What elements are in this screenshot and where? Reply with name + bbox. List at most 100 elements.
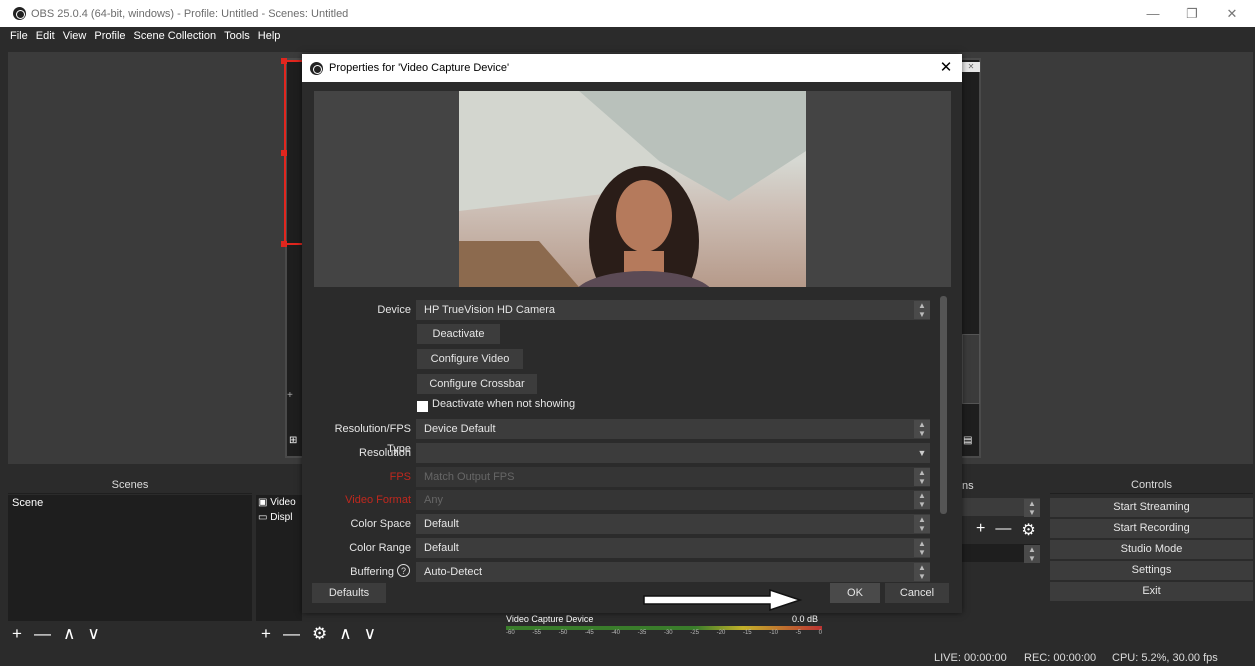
buffering-select[interactable]: Auto-Detect ▲ ▼ (416, 562, 930, 582)
add-scene-button[interactable]: + (12, 624, 22, 644)
cpu-status: CPU: 5.2%, 30.00 fps (1112, 652, 1218, 664)
resize-handle-tl[interactable] (281, 58, 287, 64)
start-streaming-button[interactable]: Start Streaming (1050, 498, 1253, 517)
menu-profile[interactable]: Profile (94, 30, 125, 42)
controls-dock-title: Controls (1050, 476, 1253, 494)
color-space-label: Color Space (350, 518, 411, 530)
scrollbar-thumb[interactable] (940, 296, 947, 514)
video-format-value: Any (424, 494, 443, 506)
buffering-label: Buffering (350, 566, 394, 578)
meter-tick-label: -45 (584, 630, 594, 636)
menu-scene-collection[interactable]: Scene Collection (134, 30, 217, 42)
scene-item[interactable]: Scene (8, 495, 252, 511)
device-value: HP TrueVision HD Camera (424, 304, 556, 316)
scenes-toolbar: + — ∧ ∨ (12, 623, 100, 645)
dialog-titlebar: Properties for 'Video Capture Device' ✕ (302, 54, 962, 82)
source-item-video[interactable]: ▣ Video (256, 495, 302, 510)
move-source-up-button[interactable]: ∧ (339, 624, 351, 644)
add-transition-button[interactable]: + (976, 520, 985, 540)
preview-close-icon: ✕ (962, 62, 980, 72)
spinner-icon: ▲ ▼ (1024, 545, 1040, 563)
video-format-select[interactable]: Any ▲ ▼ (416, 490, 930, 510)
minimize-button[interactable]: — (1133, 0, 1173, 27)
res-fps-value: Device Default (424, 423, 496, 435)
meter-tick-label: -25 (690, 630, 699, 636)
configure-video-button[interactable]: Configure Video (417, 349, 523, 369)
meter-scale: -60 -55 -50 -45 -40 -35 -30 -25 -20 -15 -10 -5 0 (506, 630, 822, 640)
spinner-icon: ▲ ▼ (914, 539, 930, 557)
res-fps-select[interactable]: Device Default ▲ ▼ (416, 419, 930, 439)
transitions-dock: ns ▲ ▼ + — ⚙ ▲ ▼ (962, 476, 1046, 576)
properties-dialog: Properties for 'Video Capture Device' ✕ … (302, 54, 962, 613)
menu-tools[interactable]: Tools (224, 30, 250, 42)
cancel-button[interactable]: Cancel (885, 583, 949, 603)
scenes-list[interactable]: Scene (8, 495, 252, 621)
transition-select[interactable]: ▲ ▼ (962, 498, 1040, 517)
resize-handle-ml[interactable] (281, 150, 287, 156)
properties-scrollbar[interactable] (938, 293, 949, 570)
menu-help[interactable]: Help (258, 30, 281, 42)
resolution-combo[interactable]: ▼ (416, 443, 930, 463)
studio-mode-button[interactable]: Studio Mode (1050, 540, 1253, 559)
deactivate-checkbox-label: Deactivate when not showing (432, 398, 576, 410)
duration-field[interactable]: ▲ ▼ (962, 544, 1040, 563)
spinner-icon: ▲ ▼ (914, 515, 930, 533)
transitions-dock-title: ns (962, 480, 974, 492)
help-icon[interactable]: ? (397, 564, 410, 577)
sources-dock: ▣ Video ▭ Displ (256, 476, 302, 646)
remove-transition-button[interactable]: — (995, 520, 1011, 540)
windows-icon: ⊞ (289, 435, 298, 446)
sources-list[interactable]: ▣ Video ▭ Displ (256, 495, 302, 621)
fps-select[interactable]: Match Output FPS ▲ ▼ (416, 467, 930, 487)
start-recording-button[interactable]: Start Recording (1050, 519, 1253, 538)
defaults-button[interactable]: Defaults (312, 583, 386, 603)
gear-icon[interactable]: ⚙ (312, 624, 327, 644)
properties-panel: Device HP TrueVision HD Camera ▲ ▼ Deacti… (314, 290, 951, 582)
window-title: OBS 25.0.4 (64-bit, windows) - Profile: … (31, 7, 349, 20)
scenes-dock: Scenes Scene + — ∧ ∨ (8, 476, 252, 646)
fps-value: Match Output FPS (424, 471, 515, 483)
meter-tick-label: -30 (663, 630, 673, 636)
mixer-level: 0.0 dB (792, 614, 819, 624)
move-scene-down-button[interactable]: ∨ (87, 624, 99, 644)
gear-icon[interactable]: ⚙ (1021, 520, 1035, 540)
exit-button[interactable]: Exit (1050, 582, 1253, 601)
add-source-button[interactable]: + (261, 624, 271, 644)
move-scene-up-button[interactable]: ∧ (63, 624, 75, 644)
buffering-row: Buffering ? Auto-Detect ▲ ▼ (314, 562, 934, 582)
live-status: LIVE: 00:00:00 (934, 652, 1007, 664)
deactivate-checkbox[interactable] (417, 401, 428, 412)
restore-button[interactable]: ❐ (1172, 0, 1212, 27)
remove-source-button[interactable]: — (283, 624, 300, 644)
dialog-close-button[interactable]: ✕ (936, 58, 956, 76)
device-select[interactable]: HP TrueVision HD Camera ▲ ▼ (416, 300, 930, 320)
ok-button[interactable]: OK (830, 583, 880, 603)
spinner-icon: ▲ ▼ (914, 563, 930, 581)
color-space-select[interactable]: Default ▲ ▼ (416, 514, 930, 534)
obs-logo-icon (310, 61, 323, 75)
spinner-icon: ▲ ▼ (914, 468, 930, 486)
sources-toolbar: + — ⚙ ∧ ∨ (261, 623, 376, 645)
color-range-select[interactable]: Default ▲ ▼ (416, 538, 930, 558)
menu-edit[interactable]: Edit (36, 30, 55, 42)
menu-view[interactable]: View (63, 30, 87, 42)
color-space-value: Default (424, 518, 459, 530)
color-range-row: Color Range Default ▲ ▼ (314, 538, 934, 558)
color-space-row: Color Space Default ▲ ▼ (314, 514, 934, 534)
close-button[interactable]: ✕ (1212, 0, 1252, 27)
configure-crossbar-button[interactable]: Configure Crossbar (417, 374, 537, 394)
deactivate-button[interactable]: Deactivate (417, 324, 500, 344)
settings-button[interactable]: Settings (1050, 561, 1253, 580)
source-item-display[interactable]: ▭ Displ (256, 510, 302, 525)
resize-handle-bl[interactable] (281, 241, 287, 247)
buffering-value: Auto-Detect (424, 566, 483, 578)
move-source-down-button[interactable]: ∨ (364, 624, 376, 644)
color-range-label: Color Range (349, 542, 411, 554)
menu-bar: File Edit View Profile Scene Collection … (0, 27, 1255, 45)
dialog-title: Properties for 'Video Capture Device' (329, 62, 510, 74)
menu-file[interactable]: File (10, 30, 28, 42)
spinner-icon: ▲ ▼ (914, 491, 930, 509)
remove-scene-button[interactable]: — (34, 624, 51, 644)
fps-row: FPS Match Output FPS ▲ ▼ (314, 467, 934, 487)
selection-border-top (284, 60, 304, 62)
